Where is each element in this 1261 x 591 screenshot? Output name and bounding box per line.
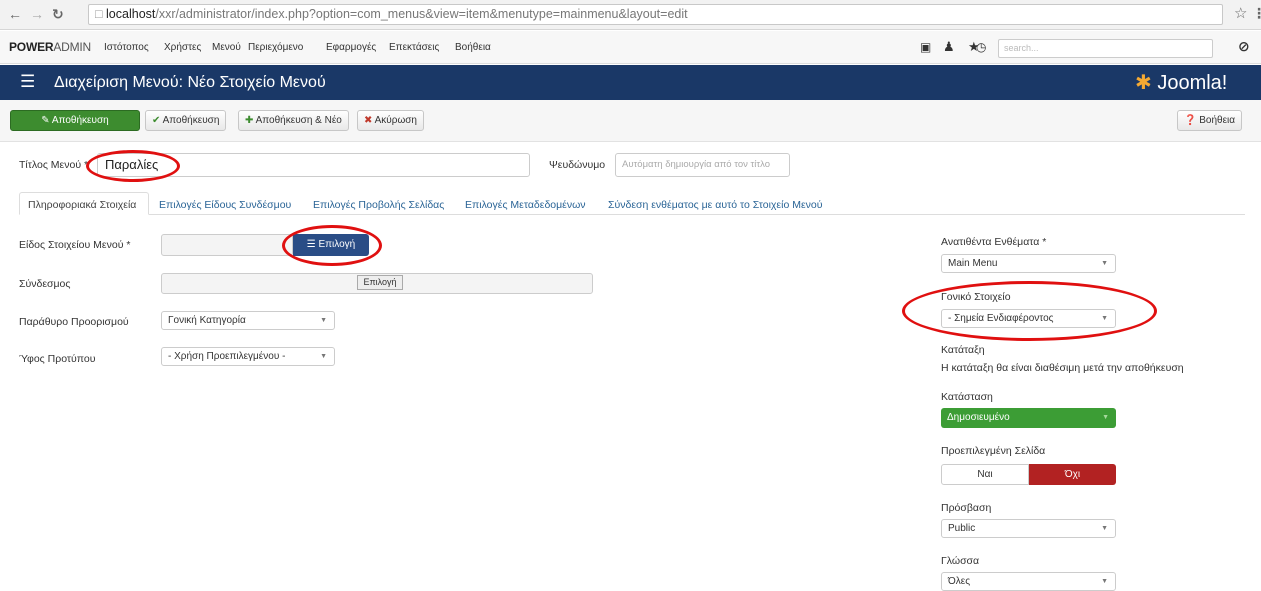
menu-item-type-field (161, 234, 293, 256)
edit-icon: ✎ (41, 115, 50, 126)
target-window-select[interactable]: Γονική Κατηγορία ▼ (161, 311, 335, 330)
default-no-button[interactable]: Όχι (1029, 464, 1116, 485)
tabs-divider (19, 214, 1245, 215)
annotation-circle-title (86, 150, 180, 182)
page-icon: □ (95, 7, 107, 21)
page-title: Διαχείριση Μενού: Νέο Στοιχείο Μενού (54, 74, 326, 91)
clock-icon[interactable]: ◷ (976, 40, 986, 54)
alias-input[interactable]: Αυτόματη δημιουργία από τον τίτλο (615, 153, 790, 177)
tab-details[interactable]: Πληροφοριακά Στοιχεία (28, 199, 136, 211)
monitor-icon[interactable]: ▣ (920, 40, 931, 54)
link-select-button[interactable]: Επιλογή (357, 275, 403, 290)
tab-module-assignment[interactable]: Σύνδεση ενθέματος με αυτό το Στοιχείο Με… (608, 199, 822, 211)
nav-item-extensions[interactable]: Επεκτάσεις (389, 42, 439, 53)
menu-select[interactable]: Main Menu ▼ (941, 254, 1116, 273)
nav-item-site[interactable]: Ιστότοπος (104, 42, 149, 53)
plus-icon: ✚ (245, 115, 254, 126)
save-new-button[interactable]: ✚ Αποθήκευση & Νέο (238, 110, 349, 131)
nav-item-users[interactable]: Χρήστες (164, 42, 201, 53)
annotation-circle-parent (902, 281, 1157, 341)
search-input[interactable]: search... (998, 39, 1213, 58)
list-icon: ☰ (20, 72, 36, 91)
admin-top-nav: POWERADMIN Ιστότοπος Χρήστες Μενού Περιε… (0, 31, 1261, 64)
chevron-down-icon: ▼ (1101, 260, 1108, 267)
nav-item-menus[interactable]: Μενού (212, 42, 241, 53)
template-style-label: Ύφος Προτύπου (19, 353, 96, 365)
nav-item-content[interactable]: Περιεχόμενο (248, 42, 303, 53)
nav-item-components[interactable]: Εφαρμογές (326, 42, 376, 53)
ordering-note: Η κατάταξη θα είναι διαθέσιμη μετά την α… (941, 362, 1184, 374)
cancel-icon: ✖ (364, 115, 373, 126)
forward-arrow-icon[interactable]: → (30, 6, 44, 22)
browser-menu-icon[interactable]: ⋮ (1252, 5, 1261, 22)
tab-link-type[interactable]: Επιλογές Είδους Συνδέσμου (159, 199, 291, 211)
chevron-down-icon: ▼ (1101, 578, 1108, 585)
chevron-down-icon: ▼ (320, 353, 327, 360)
access-label: Πρόσβαση (941, 502, 992, 514)
chevron-down-icon: ▼ (1102, 414, 1109, 421)
action-toolbar: ✎ Αποθήκευση ✔ Αποθήκευση ✚ Αποθήκευση &… (0, 100, 1261, 142)
tab-metadata[interactable]: Επιλογές Μεταδεδομένων (465, 199, 586, 211)
page-header: ☰ Διαχείριση Μενού: Νέο Στοιχείο Μενού ✱… (0, 65, 1261, 100)
browser-toolbar: ← → ↻ □ localhost/xxr/administrator/inde… (0, 0, 1261, 30)
checkmark-icon: ✔ (152, 115, 161, 126)
alias-label: Ψευδώνυμο (549, 159, 606, 171)
ordering-label: Κατάταξη (941, 344, 985, 356)
template-style-select[interactable]: - Χρήση Προεπιλεγμένου - ▼ (161, 347, 335, 366)
default-page-label: Προεπιλεγμένη Σελίδα (941, 445, 1046, 457)
target-window-label: Παράθυρο Προορισμού (19, 316, 129, 328)
reload-icon[interactable]: ↻ (52, 6, 64, 23)
chevron-down-icon: ▼ (1101, 525, 1108, 532)
chevron-down-icon: ▼ (320, 317, 327, 324)
title-label: Τίτλος Μενού * (19, 159, 89, 171)
joomla-logo: ✱ Joomla! (1135, 72, 1228, 94)
menu-item-type-label: Είδος Στοιχείου Μενού * (19, 239, 131, 251)
address-bar[interactable]: □ localhost/xxr/administrator/index.php?… (88, 4, 1223, 25)
link-label: Σύνδεσμος (19, 278, 71, 290)
back-arrow-icon[interactable]: ← (8, 6, 22, 22)
access-select[interactable]: Public ▼ (941, 519, 1116, 538)
language-label: Γλώσσα (941, 555, 980, 567)
tab-page-display[interactable]: Επιλογές Προβολής Σελίδας (313, 199, 444, 211)
status-select[interactable]: Δημοσιευμένο ▼ (941, 408, 1116, 428)
nav-item-help[interactable]: Βοήθεια (455, 42, 491, 53)
cancel-button[interactable]: ✖ Ακύρωση (357, 110, 424, 131)
help-button[interactable]: ❓ Βοήθεια (1177, 110, 1243, 131)
language-select[interactable]: Όλες ▼ (941, 572, 1116, 591)
save-close-button[interactable]: ✔ Αποθήκευση (145, 110, 227, 131)
bookmark-star-icon[interactable]: ☆ (1234, 4, 1247, 22)
url-path: /xxr/administrator/index.php?option=com_… (155, 7, 688, 21)
save-button[interactable]: ✎ Αποθήκευση (10, 110, 140, 131)
user-menu-icon[interactable]: ⊘ (1238, 38, 1250, 55)
default-yes-button[interactable]: Ναι (941, 464, 1029, 485)
help-icon: ❓ (1184, 115, 1197, 126)
user-icon[interactable]: ♟ (943, 39, 955, 55)
brand-logo[interactable]: POWERADMIN (9, 40, 91, 54)
url-host: localhost (106, 7, 156, 21)
annotation-circle-select (282, 225, 382, 266)
status-label: Κατάσταση (941, 391, 993, 403)
menu-label: Ανατιθέντα Ενθέματα * (941, 236, 1047, 248)
